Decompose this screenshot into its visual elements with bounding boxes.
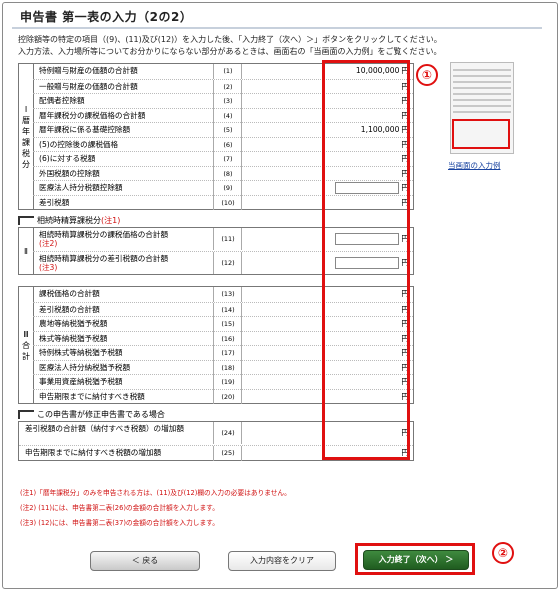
section-seisan-label: Ⅱ	[19, 228, 34, 274]
section-amend-heading: この申告書が修正申告書である場合	[18, 409, 165, 420]
section-total-label: Ⅲ合計	[19, 287, 34, 403]
note-2: (注2) (11)には、申告書第二表(26)の金額の合計額を入力します。	[20, 504, 219, 512]
section-rekinen-label: Ⅰ暦年課税分	[19, 64, 34, 209]
intro-line-1: 控除額等の特定の項目（(9)、(11)及び(12)）を入力した後、「入力終了（次…	[18, 35, 442, 44]
marker-2: ②	[492, 542, 514, 564]
section-seisan-heading: 相続時精算課税分(注1)	[18, 215, 120, 226]
example-link[interactable]: 当画面の入力例	[448, 160, 501, 171]
back-button[interactable]: ＜ 戻る	[90, 551, 200, 571]
page-title: 申告書 第一表の入力（2の2）	[20, 10, 193, 24]
title-divider	[12, 27, 542, 29]
example-thumbnail[interactable]	[450, 62, 514, 154]
next-button[interactable]: 入力終了（次へ） ＞	[363, 550, 469, 570]
highlight-input-column	[322, 60, 410, 460]
note-1: (注1)「暦年課税分」のみを申告される方は、(11)及び(12)欄の入力の必要は…	[20, 489, 291, 497]
clear-button[interactable]: 入力内容をクリア	[228, 551, 336, 571]
marker-1: ①	[416, 64, 438, 86]
thumbnail-highlight	[452, 119, 510, 149]
intro-line-2: 入力方法、入力場所等についてお分かりにならない部分があるときは、画面右の「当画面…	[18, 47, 442, 56]
note-3: (注3) (12)には、申告書第二表(37)の金額の合計額を入力します。	[20, 519, 219, 527]
